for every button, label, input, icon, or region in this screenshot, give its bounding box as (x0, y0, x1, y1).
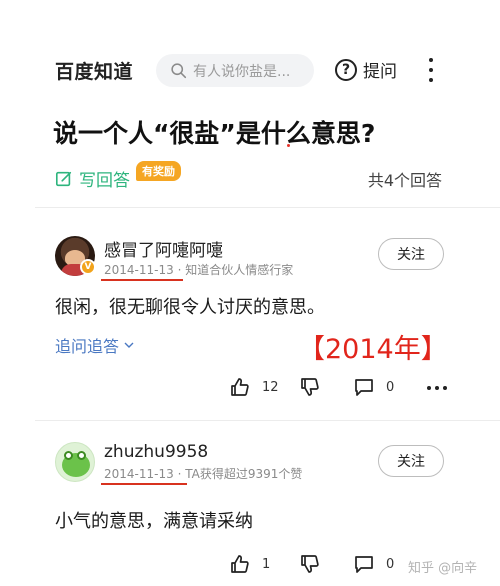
avatar[interactable] (55, 442, 95, 482)
dislike-button[interactable] (300, 554, 320, 574)
comment-icon (355, 556, 373, 573)
username[interactable]: zhuzhu9958 (104, 442, 208, 462)
more-options-icon[interactable] (427, 386, 447, 390)
ask-label: 提问 (363, 62, 397, 82)
verified-badge-icon: V (80, 259, 96, 275)
ask-button[interactable]: ? 提问 (335, 57, 397, 82)
answer-date: 2014-11-13 (104, 263, 174, 277)
follow-button[interactable]: 关注 (378, 238, 444, 270)
answer-author-title: · 知道合伙人情感行家 (177, 263, 294, 277)
like-count: 1 (262, 556, 271, 572)
search-input[interactable]: 有人说你盐是... (156, 54, 314, 87)
thumbs-up-icon (231, 555, 249, 573)
watermark: 知乎 @向辛 (408, 561, 478, 576)
answer-text: 小气的意思，满意请采纳 (55, 511, 253, 532)
comment-count: 0 (386, 556, 395, 572)
red-dot-mark (287, 144, 290, 147)
divider (35, 420, 500, 421)
write-answer-label: 写回答 (79, 171, 130, 191)
thumbs-down-icon (301, 378, 319, 396)
dislike-button[interactable] (300, 377, 320, 397)
thumbs-up-icon (231, 378, 249, 396)
like-button[interactable]: 1 (230, 554, 270, 574)
thumbs-down-icon (301, 555, 319, 573)
question-title: 说一个人“很盐”是什么意思? (53, 119, 376, 148)
like-button[interactable]: 12 (230, 377, 279, 397)
answer-date: 2014-11-13 (104, 467, 174, 481)
search-placeholder: 有人说你盐是... (193, 63, 291, 80)
answer-count: 共4个回答 (367, 171, 442, 190)
followup-label: 追问追答 (55, 337, 120, 356)
follow-button[interactable]: 关注 (378, 445, 444, 477)
write-answer-button[interactable]: 写回答 (55, 166, 130, 191)
answer-meta: 2014-11-13 · 知道合伙人情感行家 (104, 261, 293, 278)
year-annotation: 【2014年】 (298, 334, 448, 365)
comment-count: 0 (386, 379, 395, 395)
red-underline-mark (101, 279, 183, 281)
username[interactable]: 感冒了阿嚏阿嚏 (104, 236, 223, 261)
reward-badge: 有奖励 (136, 161, 181, 181)
search-icon (171, 63, 187, 79)
top-bar: 百度知道 有人说你盐是... ? 提问 (0, 0, 500, 96)
comment-button[interactable]: 0 (354, 377, 394, 397)
more-menu-icon[interactable] (427, 58, 435, 82)
red-underline-mark (101, 483, 187, 485)
like-count: 12 (262, 379, 279, 395)
answer-text: 很闲，很无聊很令人讨厌的意思。 (55, 297, 325, 318)
divider (35, 207, 500, 208)
brand-logo[interactable]: 百度知道 (55, 57, 133, 84)
comment-icon (355, 379, 373, 396)
comment-button[interactable]: 0 (354, 554, 394, 574)
answer-meta: 2014-11-13 · TA获得超过9391个赞 (104, 465, 302, 482)
answer-actions: 12 0 (230, 377, 447, 403)
followup-link[interactable]: 追问追答 (55, 333, 135, 357)
answer-author-title: · TA获得超过9391个赞 (177, 467, 303, 481)
edit-icon (55, 171, 72, 186)
question-icon: ? (335, 58, 357, 81)
chevron-down-icon (124, 342, 134, 348)
